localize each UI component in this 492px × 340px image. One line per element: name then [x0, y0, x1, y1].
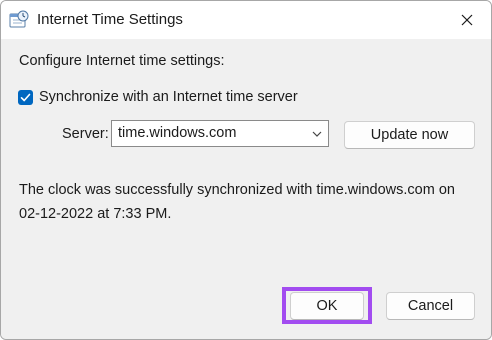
checkmark-icon	[20, 93, 31, 102]
server-label: Server:	[62, 126, 109, 142]
server-dropdown-value: time.windows.com	[118, 125, 237, 141]
sync-status-text: The clock was successfully synchronized …	[19, 178, 479, 226]
sync-checkbox-label[interactable]: Synchronize with an Internet time server	[39, 89, 298, 105]
update-now-button[interactable]: Update now	[344, 121, 475, 149]
dialog-content: Configure Internet time settings: Synchr…	[1, 39, 491, 339]
title-bar: Internet Time Settings	[1, 1, 491, 39]
sync-status-line-1: The clock was successfully synchronized …	[19, 182, 455, 198]
internet-time-settings-dialog: Internet Time Settings Configure Interne…	[0, 0, 492, 340]
sync-checkbox[interactable]	[18, 90, 33, 105]
window-title: Internet Time Settings	[37, 11, 183, 28]
sync-status-line-2: 02-12-2022 at 7:33 PM.	[19, 206, 172, 222]
ok-button[interactable]: OK	[290, 292, 364, 320]
dialog-heading: Configure Internet time settings:	[19, 53, 225, 69]
close-icon[interactable]	[457, 10, 477, 30]
cancel-button[interactable]: Cancel	[386, 292, 475, 320]
clock-calendar-icon	[9, 10, 29, 30]
server-dropdown[interactable]: time.windows.com	[111, 120, 329, 147]
chevron-down-icon	[310, 127, 324, 141]
